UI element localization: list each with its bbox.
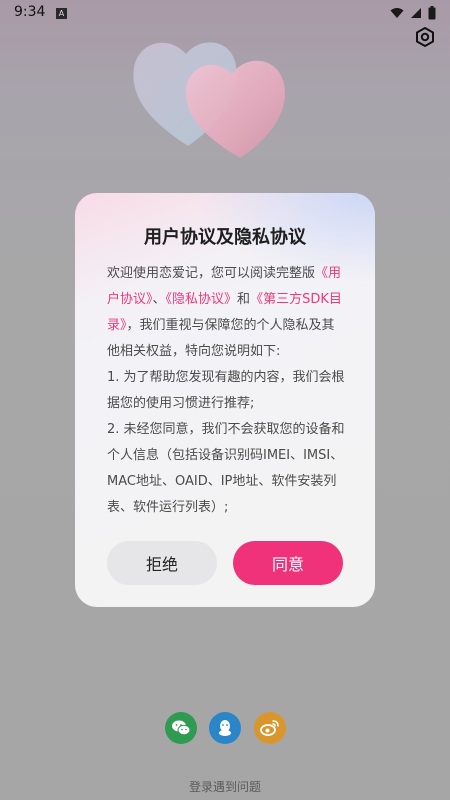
privacy-agreement-link[interactable]: 《隐私协议》 <box>166 292 238 307</box>
intro-and: 和 <box>237 292 251 307</box>
agree-button[interactable]: 同意 <box>233 541 343 585</box>
intro-prefix: 欢迎使用恋爱记，您可以阅读完整版 <box>107 266 316 281</box>
wechat-icon <box>172 720 191 736</box>
agreement-dialog: 用户协议及隐私协议 欢迎使用恋爱记，您可以阅读完整版《用户协议》、《隐私协议》和… <box>75 193 375 607</box>
status-time: 9:34 <box>14 4 46 20</box>
weibo-icon <box>260 720 279 736</box>
signal-icon <box>411 8 421 18</box>
status-icons <box>390 6 436 20</box>
intro-separator: 、 <box>152 292 166 307</box>
intro-suffix: ，我们重视与保障您的个人隐私及其他相关权益，特向您说明如下: <box>107 318 335 359</box>
status-bar: 9:34 A <box>0 0 450 26</box>
dialog-title: 用户协议及隐私协议 <box>144 227 306 248</box>
settings-button[interactable] <box>414 26 436 48</box>
wechat-login-button[interactable] <box>165 712 197 744</box>
reject-button[interactable]: 拒绝 <box>107 541 217 585</box>
settings-hex-icon <box>416 27 434 47</box>
hearts-illustration <box>133 42 285 158</box>
login-help-link[interactable]: 登录遇到问题 <box>0 778 450 795</box>
point-two: 2. 未经您同意，我们不会获取您的设备和个人信息（包括设备识别码IMEI、IMS… <box>107 422 345 515</box>
qq-login-button[interactable] <box>209 712 241 744</box>
point-one: 1. 为了帮助您发现有趣的内容，我们会根据您的使用习惯进行推荐; <box>107 370 345 411</box>
qq-icon <box>219 720 231 736</box>
wifi-icon <box>390 8 404 18</box>
intro-paragraph: 欢迎使用恋爱记，您可以阅读完整版《用户协议》、《隐私协议》和《第三方SDK目录》… <box>107 261 347 365</box>
battery-icon <box>428 6 436 20</box>
weibo-login-button[interactable] <box>254 712 286 744</box>
notification-a-icon: A <box>56 8 67 19</box>
dialog-body: 欢迎使用恋爱记，您可以阅读完整版《用户协议》、《隐私协议》和《第三方SDK目录》… <box>107 261 347 521</box>
